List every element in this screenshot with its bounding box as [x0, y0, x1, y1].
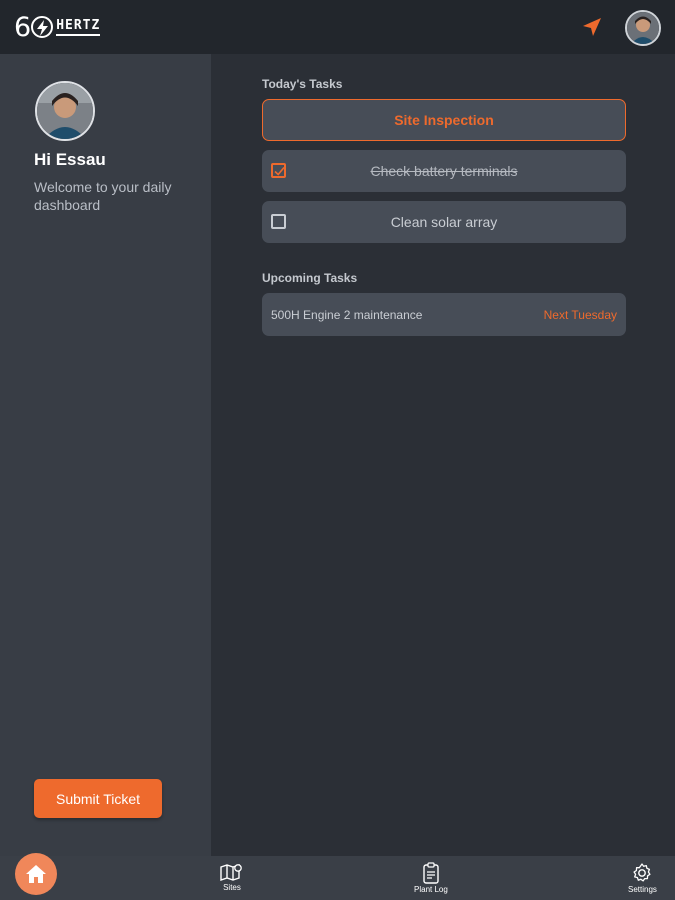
logo-digits: 6 [14, 14, 54, 41]
sidebar: Hi Essau Welcome to your daily dashboard… [0, 54, 211, 856]
task-label: Site Inspection [394, 112, 494, 128]
todays-tasks-title: Today's Tasks [262, 77, 343, 91]
nav-plant-log[interactable]: Plant Log [414, 862, 448, 894]
clipboard-icon [423, 862, 439, 884]
nav-label: Sites [223, 883, 241, 892]
home-button[interactable] [15, 853, 57, 895]
greeting: Hi Essau [34, 150, 106, 169]
upcoming-task-date: Next Tuesday [543, 307, 617, 322]
app-logo[interactable]: 6 HERTZ [14, 10, 101, 44]
upcoming-task-name: 500H Engine 2 maintenance [271, 307, 423, 322]
task-check-battery[interactable]: Check battery terminals [262, 150, 626, 192]
map-icon [220, 864, 242, 881]
home-icon [26, 865, 46, 883]
checkbox-unchecked[interactable] [271, 214, 286, 229]
top-bar: 6 HERTZ [0, 0, 675, 54]
nav-settings[interactable]: Settings [628, 862, 657, 894]
bolt-icon [31, 16, 54, 38]
nav-label: Plant Log [414, 885, 448, 894]
task-label: Clean solar array [390, 214, 498, 230]
profile-avatar [35, 81, 95, 141]
avatar[interactable] [625, 10, 661, 46]
checkbox-checked[interactable] [271, 163, 286, 178]
navigation-arrow-icon[interactable] [581, 16, 603, 38]
upcoming-task-item[interactable]: 500H Engine 2 maintenance Next Tuesday [262, 293, 626, 336]
nav-sites[interactable]: Sites [219, 862, 245, 892]
task-clean-solar[interactable]: Clean solar array [262, 201, 626, 243]
submit-ticket-button[interactable]: Submit Ticket [34, 779, 162, 818]
bottom-nav [0, 856, 675, 900]
nav-label: Settings [628, 885, 657, 894]
welcome-text: Welcome to your daily dashboard [34, 179, 172, 213]
logo-word: HERTZ [56, 18, 101, 36]
upcoming-tasks-title: Upcoming Tasks [262, 271, 358, 285]
task-label: Check battery terminals [370, 163, 518, 179]
task-site-inspection[interactable]: Site Inspection [262, 99, 626, 141]
gear-icon [633, 863, 652, 882]
